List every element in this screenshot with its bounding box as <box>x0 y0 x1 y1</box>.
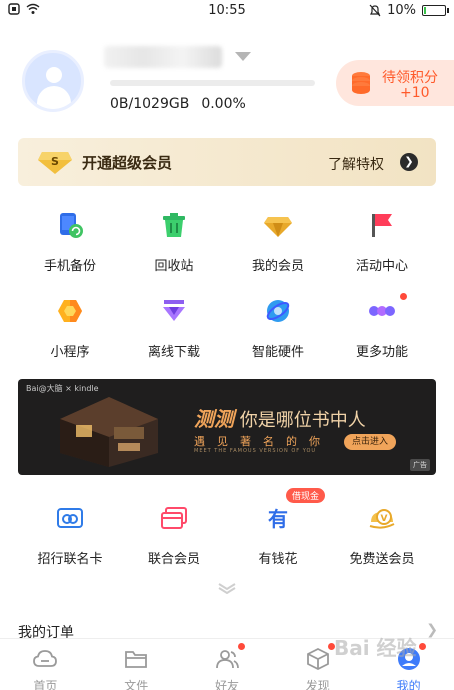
mini-program-icon <box>58 300 82 322</box>
vip-title: 开通超级会员 <box>82 154 173 172</box>
vip-banner[interactable]: S 开通超级会员 了解特权 ❯ <box>18 138 436 186</box>
notification-dot <box>237 643 245 650</box>
arrow-right-icon[interactable]: ❯ <box>400 153 418 171</box>
points-value: +10 <box>400 85 430 101</box>
smart-hardware-icon <box>266 300 290 322</box>
grid-label: 回收站 <box>154 259 194 274</box>
grid-item-my-vip[interactable]: 我的会员 <box>226 211 330 274</box>
ad-headline: 测测 你是哪位书中人 <box>194 403 366 432</box>
grid-label: 免费送会员 <box>349 552 415 567</box>
friends-icon <box>216 650 239 669</box>
recycle-bin-icon <box>163 213 185 237</box>
grid-label: 有钱花 <box>258 552 298 567</box>
youqianhua-icon: 有 <box>268 507 288 531</box>
grid-item-offline-download[interactable]: 离线下载 <box>122 297 226 360</box>
discover-icon <box>306 647 329 671</box>
cloud-icon <box>33 650 58 667</box>
username-redacted[interactable] <box>104 46 222 68</box>
grid-label: 小程序 <box>50 345 90 360</box>
grid-item-free-vip[interactable]: V 免费送会员 <box>330 504 434 567</box>
ad-subtitle: 遇见著名的你 <box>194 435 332 448</box>
vip-badge-icon: S <box>38 152 72 174</box>
grid-item-cmb-card[interactable]: 招行联名卡 <box>18 504 122 567</box>
avatar[interactable] <box>22 50 84 112</box>
status-right: 10% <box>369 3 449 18</box>
feature-grid-row-3: 招行联名卡 联合会员 借现金 有 有钱花 V 免费送会员 <box>18 488 454 567</box>
svg-text:V: V <box>381 514 388 524</box>
offline-download-icon <box>163 300 185 321</box>
avatar-head <box>46 67 62 83</box>
storage-percent: 0.00% <box>201 96 246 112</box>
ad-tag: 广告 <box>410 459 430 471</box>
grid-label: 更多功能 <box>355 345 408 360</box>
tab-friends[interactable]: 好友 <box>182 639 273 690</box>
grid-item-activity-center[interactable]: 活动中心 <box>330 211 434 274</box>
cash-loan-badge: 借现金 <box>286 488 326 503</box>
ad-banner[interactable]: Bai@大脑 × kindle 测测 你是哪位书中人 遇见著名的你 MEET T… <box>18 379 436 475</box>
tab-label: 发现 <box>305 679 330 690</box>
expand-chevron-icon[interactable] <box>217 582 237 594</box>
chevron-right-icon: ❯ <box>426 622 438 638</box>
grid-label: 手机备份 <box>43 259 96 274</box>
coin-stack-icon <box>352 72 370 94</box>
grid-label: 智能硬件 <box>251 345 304 360</box>
vip-privileges-link[interactable]: 了解特权 <box>328 154 384 174</box>
grid-item-joint-member[interactable]: 联合会员 <box>122 504 226 567</box>
grid-label: 离线下载 <box>147 345 200 360</box>
grid-item-phone-backup[interactable]: 手机备份 <box>18 211 122 274</box>
room-illustration <box>60 397 158 467</box>
claim-points-button[interactable]: 待领积分 +10 <box>336 60 454 106</box>
points-label: 待领积分 <box>382 70 438 86</box>
chevron-down-icon[interactable] <box>233 50 253 64</box>
grid-label: 招行联名卡 <box>37 552 103 567</box>
grid-label: 联合会员 <box>147 552 200 567</box>
folder-icon <box>125 651 148 668</box>
vip-diamond-icon <box>264 217 292 237</box>
ad-headline-em: 测测 <box>194 407 234 431</box>
grid-item-more-functions[interactable]: 更多功能 <box>330 293 434 360</box>
tab-files[interactable]: 文件 <box>91 639 182 690</box>
mute-bell-icon <box>369 4 381 17</box>
tab-home[interactable]: 首页 <box>0 639 91 690</box>
profile-header: 0B/1029GB 0.00% 待领积分 +10 <box>0 40 454 120</box>
grid-label: 我的会员 <box>251 259 304 274</box>
watermark: Bai 经验 <box>334 636 417 660</box>
battery-icon <box>422 5 449 16</box>
grid-item-mini-program[interactable]: 小程序 <box>18 297 122 360</box>
grid-item-recycle-bin[interactable]: 回收站 <box>122 211 226 274</box>
svg-text:S: S <box>51 155 59 168</box>
phone-backup-icon <box>60 213 83 238</box>
avatar-body <box>37 86 71 109</box>
ad-english-tagline: MEET THE FAMOUS VERSION OF YOU <box>194 448 317 454</box>
storage-quota-bar <box>110 80 315 86</box>
grid-label: 活动中心 <box>355 259 408 274</box>
storage-quota-text: 0B/1029GB 0.00% <box>110 96 246 112</box>
tab-label: 文件 <box>124 679 149 690</box>
more-icon <box>369 306 395 316</box>
storage-used: 0B/1029GB <box>110 96 190 112</box>
svg-text:有: 有 <box>268 507 288 531</box>
cmb-card-icon <box>57 508 83 528</box>
battery-percent: 10% <box>387 3 416 18</box>
tab-label: 好友 <box>214 679 239 690</box>
joint-member-icon <box>161 507 187 529</box>
free-vip-icon: V <box>369 509 395 529</box>
tab-label: 我的 <box>396 679 421 690</box>
notification-dot <box>419 643 427 650</box>
grid-item-youqianhua[interactable]: 借现金 有 有钱花 <box>226 488 330 567</box>
ad-headline-text: 你是哪位书中人 <box>239 410 366 431</box>
feature-grid-row-2: 小程序 离线下载 智能硬件 更多功能 <box>18 293 454 360</box>
notification-dot <box>400 293 407 300</box>
ad-cta-button[interactable]: 点击进入 <box>344 434 396 450</box>
status-bar: 10:55 10% <box>0 0 454 22</box>
battery-fill <box>424 7 426 14</box>
grid-item-smart-hardware[interactable]: 智能硬件 <box>226 297 330 360</box>
flag-icon <box>372 214 392 237</box>
feature-grid-row-1: 手机备份 回收站 我的会员 活动中心 <box>18 211 454 274</box>
tab-label: 首页 <box>33 679 58 690</box>
